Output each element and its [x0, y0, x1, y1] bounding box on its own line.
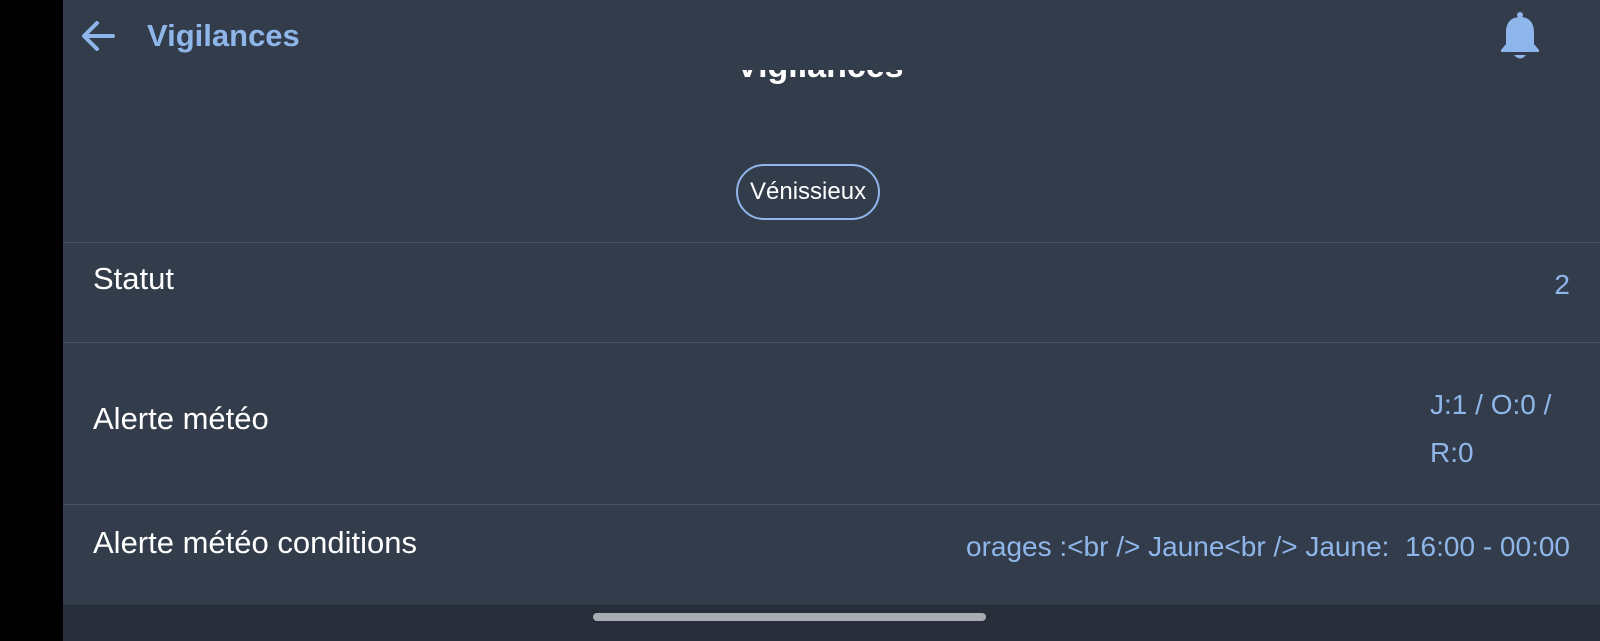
- arrow-left-icon: [82, 21, 115, 51]
- attribute-row-statut[interactable]: Statut 2: [63, 242, 1600, 342]
- page-title: Vigilances: [147, 18, 300, 53]
- home-indicator[interactable]: [593, 613, 986, 621]
- top-app-bar: Vigilances: [63, 0, 1600, 70]
- city-chip[interactable]: Vénissieux: [736, 164, 881, 220]
- attribute-value: 2: [1554, 269, 1570, 300]
- entity-header: Vigilances Vénissieux: [63, 70, 1600, 242]
- back-button[interactable]: [77, 14, 121, 58]
- attribute-label: Alerte météo conditions: [93, 525, 417, 560]
- bottom-bar: [63, 605, 1600, 641]
- bell-icon: [1501, 12, 1539, 59]
- entity-name: Vigilances: [736, 70, 911, 97]
- notifications-button[interactable]: [1496, 10, 1544, 62]
- screen: Vigilances Vigilances Vénissieux Statut …: [63, 0, 1600, 641]
- attribute-label: Statut: [93, 261, 174, 296]
- attribute-row-alerte-meteo-conditions[interactable]: Alerte météo conditions orages :<br /> J…: [63, 504, 1600, 605]
- attribute-label: Alerte météo: [93, 401, 269, 436]
- attribute-value: orages :<br /> Jaune<br /> Jaune: 16:00 …: [966, 531, 1570, 562]
- attribute-row-alerte-meteo[interactable]: Alerte météo J:1 / O:0 / R:0: [63, 342, 1600, 504]
- attribute-value: J:1 / O:0 / R:0: [1430, 389, 1552, 468]
